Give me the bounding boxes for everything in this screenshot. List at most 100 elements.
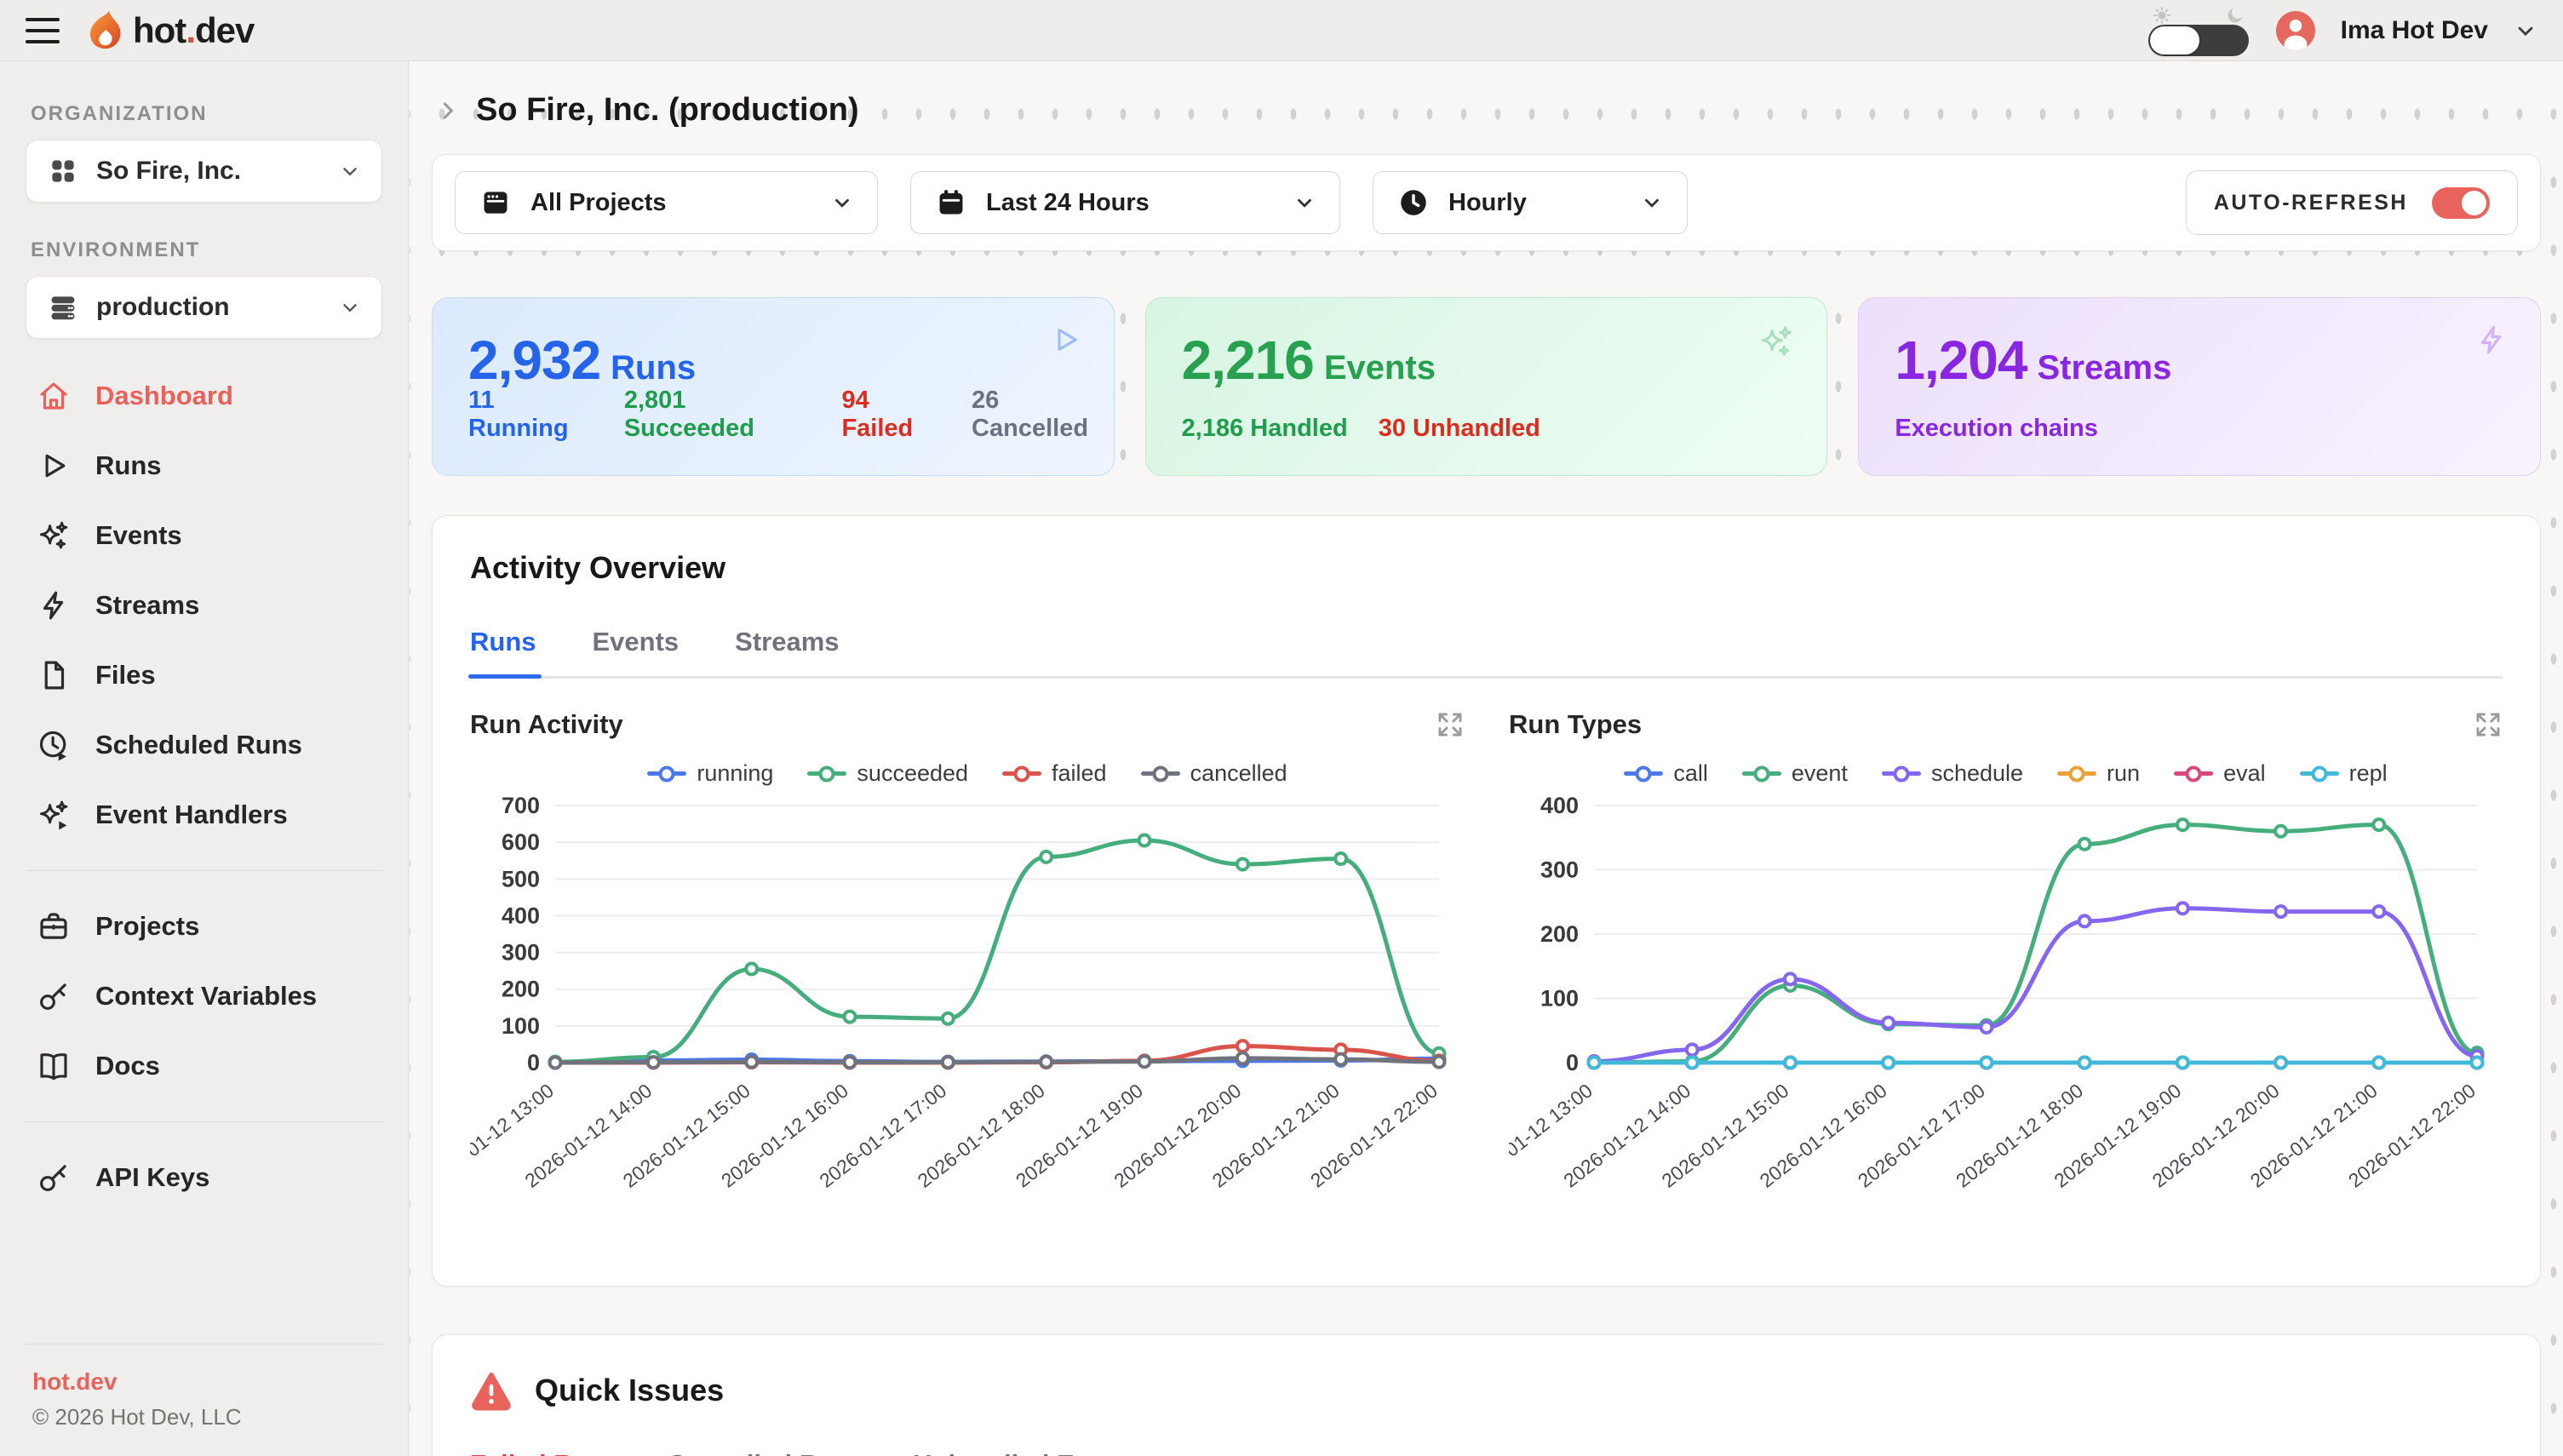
chart-title: Run Activity	[470, 709, 623, 740]
svg-text:500: 500	[502, 866, 540, 891]
clock-play-icon	[36, 727, 72, 763]
svg-text:0: 0	[1566, 1050, 1579, 1075]
sidebar-item-files[interactable]: Files	[26, 640, 382, 710]
legend-item-call[interactable]: call	[1624, 760, 1708, 787]
divider	[26, 1121, 382, 1122]
toggle-knob	[2462, 191, 2486, 215]
sidebar-item-label: Events	[95, 520, 182, 551]
sidebar-item-scheduled-runs[interactable]: Scheduled Runs	[26, 710, 382, 780]
sidebar-item-label: Streams	[95, 590, 199, 621]
tab-events[interactable]: Events	[593, 627, 679, 676]
brand-logo[interactable]: hot.dev	[82, 9, 254, 53]
footer-brand[interactable]: hot.dev	[32, 1368, 376, 1396]
theme-switch-knob[interactable]	[2150, 26, 2199, 54]
streams-unit: Streams	[2037, 349, 2171, 387]
environment-value: production	[96, 293, 230, 322]
chevron-down-icon	[1641, 192, 1663, 214]
sidebar-item-streams[interactable]: Streams	[26, 570, 382, 640]
sparkles-play-icon	[36, 797, 72, 833]
flame-logo-icon	[82, 9, 126, 53]
quick-issues-tabs: Failed Runs Cancelled Runs Unhandled Eve…	[470, 1449, 2503, 1456]
svg-text:400: 400	[502, 903, 540, 928]
events-stat-card[interactable]: 2,216Events 2,186 Handled 30 Unhandled	[1145, 297, 1828, 476]
legend-label: repl	[2349, 760, 2388, 787]
sidebar-item-api-keys[interactable]: API Keys	[26, 1143, 382, 1212]
tab-streams[interactable]: Streams	[735, 627, 839, 676]
legend-marker-icon	[1742, 765, 1781, 782]
run-types-chart: Run Types calleventschedulerunevalrepl 0…	[1509, 709, 2503, 1250]
window-icon	[479, 186, 512, 219]
chart-legend: running succeeded failed cancelled	[470, 760, 1465, 787]
auto-refresh-label: AUTO-REFRESH	[2214, 191, 2408, 215]
unhandled-badge: 30 Unhandled	[1379, 415, 1540, 443]
tab-unhandled-events[interactable]: Unhandled Events	[913, 1449, 1143, 1456]
legend-marker-icon	[1624, 765, 1663, 782]
legend-item-cancelled[interactable]: cancelled	[1141, 760, 1287, 787]
succeeded-badge: 2,801 Succeeded	[624, 387, 811, 443]
time-range-select[interactable]: Last 24 Hours	[910, 171, 1340, 234]
legend-label: schedule	[1931, 760, 2023, 787]
legend-item-repl[interactable]: repl	[2300, 760, 2388, 787]
user-menu[interactable]: Ima Hot Dev	[2341, 16, 2488, 45]
sidebar-item-dashboard[interactable]: Dashboard	[26, 361, 382, 431]
hamburger-menu-icon[interactable]	[26, 18, 60, 43]
legend-item-run[interactable]: run	[2057, 760, 2140, 787]
sidebar-item-runs[interactable]: Runs	[26, 431, 382, 501]
svg-text:0: 0	[527, 1050, 540, 1075]
chevron-down-icon[interactable]	[2514, 19, 2537, 43]
events-unit: Events	[1324, 349, 1436, 387]
svg-text:300: 300	[1540, 857, 1579, 883]
organization-select[interactable]: So Fire, Inc.	[26, 140, 382, 203]
legend-label: cancelled	[1190, 760, 1287, 787]
events-count: 2,216	[1182, 330, 1314, 391]
streams-stat-card[interactable]: 1,204Streams Execution chains	[1858, 297, 2541, 476]
granularity-value: Hourly	[1448, 189, 1527, 217]
tab-failed-runs[interactable]: Failed Runs	[470, 1449, 620, 1456]
legend-label: failed	[1052, 760, 1107, 787]
sidebar-item-event-handlers[interactable]: Event Handlers	[26, 780, 382, 850]
execution-chains-badge: Execution chains	[1895, 415, 2098, 443]
legend-item-failed[interactable]: failed	[1002, 760, 1107, 787]
sidebar-item-context-variables[interactable]: Context Variables	[26, 961, 382, 1031]
sidebar-item-label: Dashboard	[95, 381, 233, 411]
auto-refresh-toggle[interactable]	[2432, 187, 2490, 219]
legend-item-schedule[interactable]: schedule	[1882, 760, 2023, 787]
legend-item-succeeded[interactable]: succeeded	[807, 760, 968, 787]
sidebar-item-label: API Keys	[95, 1162, 209, 1193]
sidebar-item-label: Event Handlers	[95, 800, 288, 830]
chevron-down-icon	[1293, 192, 1316, 214]
theme-switch-track[interactable]	[2148, 25, 2249, 56]
page-title: So Fire, Inc. (production)	[476, 92, 859, 129]
legend-marker-icon	[1141, 765, 1180, 782]
briefcase-icon	[36, 909, 72, 944]
chart-plot-area: 01002003004002026-01-12 13:002026-01-12 …	[1509, 790, 2503, 1250]
theme-toggle[interactable]	[2148, 5, 2251, 56]
runs-unit: Runs	[611, 349, 696, 387]
sidebar-item-docs[interactable]: Docs	[26, 1031, 382, 1101]
legend-marker-icon	[647, 765, 686, 782]
sidebar-item-label: Runs	[95, 450, 162, 481]
quick-issues-panel: Quick Issues Failed Runs Cancelled Runs …	[432, 1334, 2541, 1456]
key-icon	[36, 978, 72, 1014]
tab-runs[interactable]: Runs	[470, 627, 536, 676]
avatar[interactable]	[2276, 11, 2315, 50]
granularity-select[interactable]: Hourly	[1373, 171, 1688, 234]
sparkles-icon	[1757, 322, 1796, 361]
sidebar-item-projects[interactable]: Projects	[26, 891, 382, 961]
legend-marker-icon	[1002, 765, 1041, 782]
footer-copyright: © 2026 Hot Dev, LLC	[32, 1404, 376, 1430]
run-activity-chart: Run Activity running succeeded failed cance…	[470, 709, 1465, 1250]
runs-stat-card[interactable]: 2,932Runs 11 Running 2,801 Succeeded 94 …	[432, 297, 1115, 476]
legend-item-running[interactable]: running	[647, 760, 773, 787]
quick-issues-title: Quick Issues	[535, 1373, 724, 1408]
expand-icon[interactable]	[1436, 710, 1465, 739]
legend-item-event[interactable]: event	[1742, 760, 1848, 787]
tab-cancelled-runs[interactable]: Cancelled Runs	[668, 1449, 866, 1456]
sidebar-item-events[interactable]: Events	[26, 501, 382, 570]
sun-icon	[2152, 5, 2172, 26]
legend-item-eval[interactable]: eval	[2174, 760, 2266, 787]
chart-legend: call event schedule run eval repl	[1509, 760, 2503, 787]
project-filter-select[interactable]: All Projects	[455, 171, 878, 234]
environment-select[interactable]: production	[26, 276, 382, 339]
expand-icon[interactable]	[2474, 710, 2503, 739]
